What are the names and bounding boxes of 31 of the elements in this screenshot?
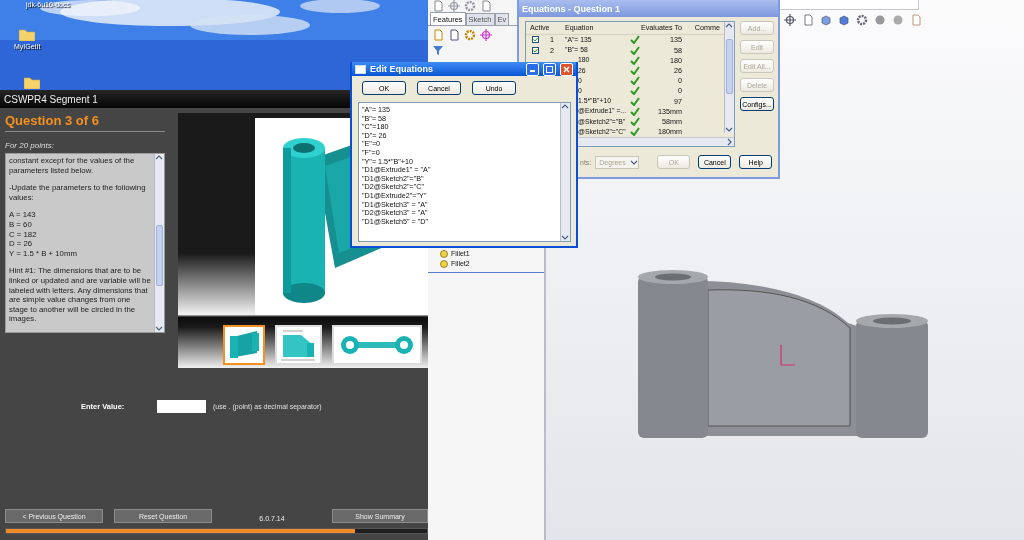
scrollbar[interactable] [154, 154, 164, 332]
crosshair-icon [784, 14, 796, 26]
document-icon [432, 29, 444, 41]
maximize-button[interactable] [543, 62, 556, 76]
close-button[interactable] [560, 62, 573, 76]
close-icon [563, 65, 570, 73]
scroll-thumb[interactable] [726, 38, 733, 95]
scrollbar[interactable] [724, 22, 734, 133]
document-icon [802, 14, 814, 26]
scroll-thumb[interactable] [156, 225, 163, 286]
sphere-icon [874, 14, 886, 26]
sphere-icon [892, 14, 904, 26]
points-label: For 20 points: [5, 141, 55, 150]
dialog-title: Edit Equations [370, 64, 434, 74]
crosshair-icon [448, 0, 460, 12]
dialog-title: Equations - Question 1 [522, 3, 621, 14]
window-icon [355, 64, 366, 74]
window-title: CSWPR4 Segment 1 [4, 93, 98, 105]
document-icon [448, 29, 460, 41]
maximize-icon [546, 65, 553, 73]
minimize-button[interactable] [526, 62, 539, 76]
checkbox[interactable] [532, 46, 539, 54]
folder-icon [19, 28, 36, 41]
scrollbar[interactable] [560, 103, 570, 241]
checkbox[interactable] [532, 36, 539, 44]
value-input[interactable] [157, 400, 206, 413]
filter-icon [432, 44, 444, 56]
question-heading: Question 3 of 6 [5, 113, 165, 132]
thumbnail[interactable] [223, 325, 265, 365]
crosshair-icon [480, 29, 492, 41]
document-icon [910, 14, 922, 26]
